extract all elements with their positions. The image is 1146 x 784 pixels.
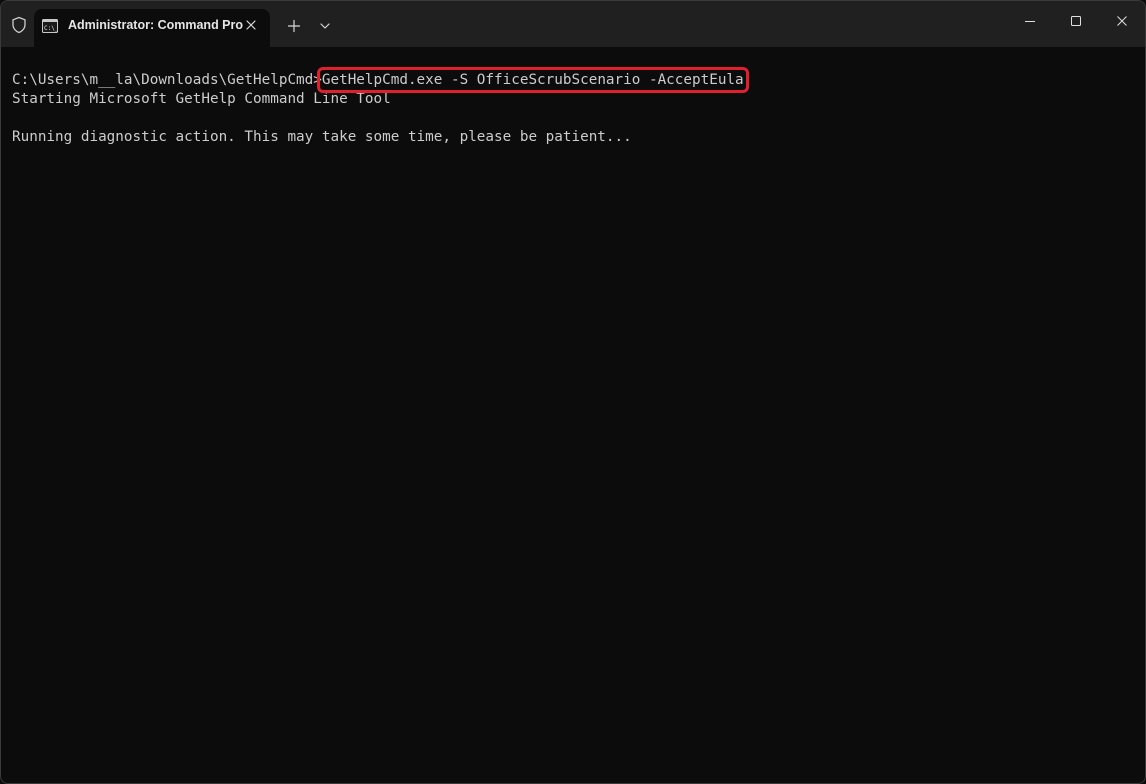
maximize-button[interactable] (1053, 1, 1099, 43)
tab-title: Administrator: Command Pro (68, 18, 244, 32)
new-tab-button[interactable] (281, 14, 307, 38)
minimize-icon (1025, 21, 1035, 22)
tab-command-prompt[interactable]: C:\_ Administrator: Command Pro (34, 9, 270, 47)
tab-dropdown-button[interactable] (312, 14, 338, 38)
svg-text:C:\_: C:\_ (44, 25, 58, 32)
terminal-window: C:\_ Administrator: Command Pro C:\Users… (0, 0, 1146, 784)
minimize-button[interactable] (1007, 1, 1053, 43)
command-line: C:\Users\m__la\Downloads\GetHelpCmd>GetH… (12, 67, 749, 93)
command-text: GetHelpCmd.exe -S OfficeScrubScenario -A… (316, 67, 749, 93)
title-bar[interactable]: C:\_ Administrator: Command Pro (1, 1, 1145, 47)
close-tab-icon[interactable] (243, 17, 259, 33)
prompt-text: C:\Users\m__la\Downloads\GetHelpCmd> (12, 72, 322, 88)
shield-icon (10, 16, 28, 34)
close-icon (1117, 16, 1127, 26)
terminal-output[interactable]: C:\Users\m__la\Downloads\GetHelpCmd>GetH… (1, 47, 1145, 783)
plus-icon (287, 19, 301, 33)
chevron-down-icon (320, 23, 330, 29)
cmd-icon: C:\_ (42, 19, 59, 33)
maximize-icon (1071, 16, 1081, 26)
output-line: Starting Microsoft GetHelp Command Line … (12, 91, 391, 107)
output-line: Running diagnostic action. This may take… (12, 129, 632, 145)
close-window-button[interactable] (1099, 1, 1145, 43)
